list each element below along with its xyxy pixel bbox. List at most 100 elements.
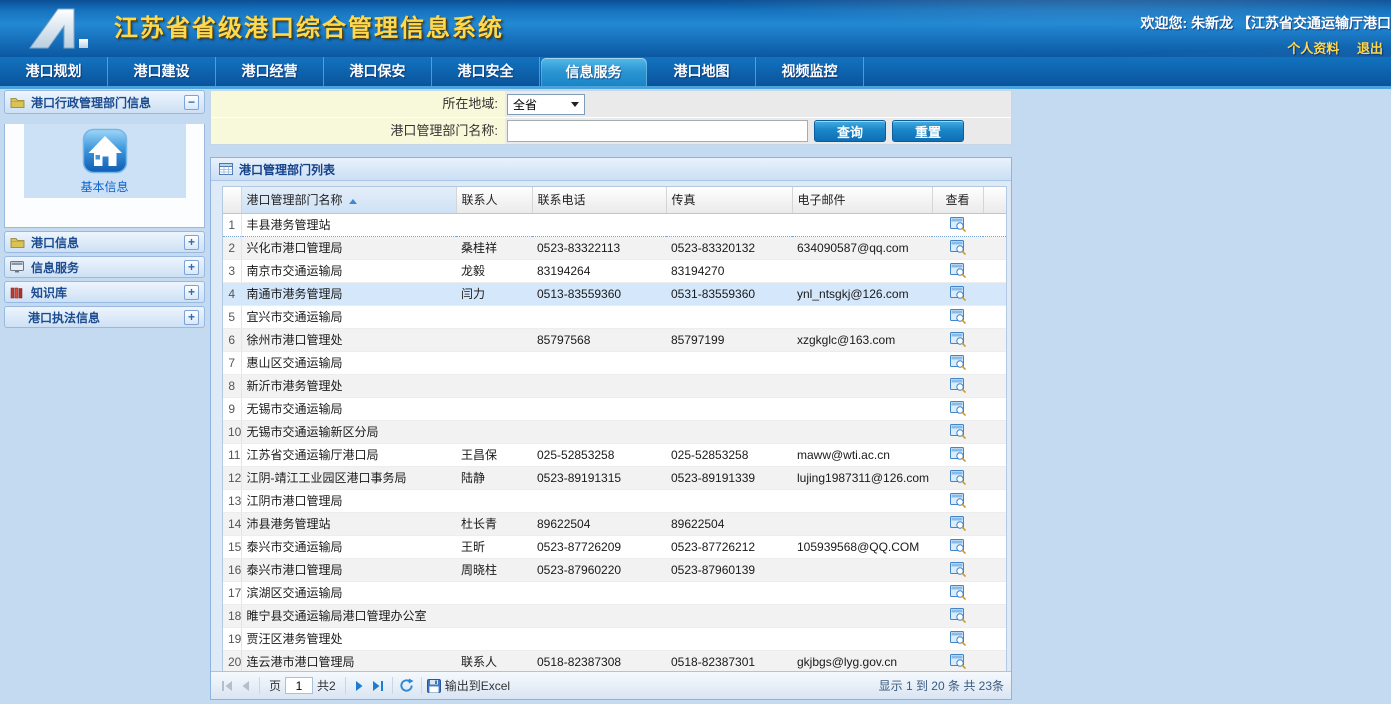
table-row[interactable]: 4南通市港务管理局闫力0513-835593600531-83559360ynl… xyxy=(223,282,1006,305)
view-icon[interactable] xyxy=(950,516,966,531)
column-header-view[interactable]: 查看 xyxy=(932,187,983,213)
view-icon[interactable] xyxy=(950,631,966,646)
table-row[interactable]: 16泰兴市港口管理局周晓柱0523-879602200523-87960139 xyxy=(223,558,1006,581)
view-icon[interactable] xyxy=(950,240,966,255)
nav-tab-港口地图[interactable]: 港口地图 xyxy=(648,57,756,86)
column-header-phone[interactable]: 联系电话 xyxy=(532,187,666,213)
nav-tab-视频监控[interactable]: 视频监控 xyxy=(756,57,864,86)
prev-page-button[interactable] xyxy=(236,677,254,695)
nav-tab-港口安全[interactable]: 港口安全 xyxy=(432,57,540,86)
table-row[interactable]: 6徐州市港口管理处8579756885797199xzgkglc@163.com xyxy=(223,328,1006,351)
table-row[interactable]: 3南京市交通运输局龙毅8319426483194270 xyxy=(223,259,1006,282)
row-number: 2 xyxy=(223,236,241,259)
view-cell xyxy=(932,236,983,259)
view-icon[interactable] xyxy=(950,332,966,347)
table-row[interactable]: 7惠山区交通运输局 xyxy=(223,351,1006,374)
view-icon[interactable] xyxy=(950,309,966,324)
table-row[interactable]: 15泰兴市交通运输局王昕0523-877262090523-8772621210… xyxy=(223,535,1006,558)
folder-icon xyxy=(10,236,26,248)
column-header-contact[interactable]: 联系人 xyxy=(456,187,532,213)
nav-tab-港口规划[interactable]: 港口规划 xyxy=(0,57,108,86)
view-icon[interactable] xyxy=(950,585,966,600)
cell-phone: 0518-82387308 xyxy=(532,650,666,673)
view-icon[interactable] xyxy=(950,493,966,508)
view-icon[interactable] xyxy=(950,217,966,232)
sidebar-panel-header-港口信息[interactable]: 港口信息+ xyxy=(4,231,205,253)
table-grid-icon xyxy=(219,163,233,175)
sidebar-panel-header-知识库[interactable]: 知识库+ xyxy=(4,281,205,303)
sidebar-panel-body: 基本信息 xyxy=(4,124,205,228)
view-icon[interactable] xyxy=(950,654,966,669)
table-row[interactable]: 1丰县港务管理站 xyxy=(223,213,1006,236)
sidebar-panel-header-信息服务[interactable]: 信息服务+ xyxy=(4,256,205,278)
cell-email xyxy=(792,581,932,604)
expand-button[interactable]: + xyxy=(184,285,199,300)
collapse-button[interactable]: − xyxy=(184,95,199,110)
view-icon[interactable] xyxy=(950,424,966,439)
view-icon[interactable] xyxy=(950,562,966,577)
first-page-button[interactable] xyxy=(218,677,236,695)
next-page-button[interactable] xyxy=(351,677,369,695)
table-row[interactable]: 13江阴市港口管理局 xyxy=(223,489,1006,512)
export-excel-button[interactable]: 输出到Excel xyxy=(427,677,510,694)
expand-button[interactable]: + xyxy=(184,260,199,275)
column-header-fax[interactable]: 传真 xyxy=(666,187,792,213)
sidebar-panel: 港口信息+ xyxy=(4,231,205,253)
view-icon[interactable] xyxy=(950,470,966,485)
table-row[interactable]: 2兴化市港口管理局桑桂祥0523-833221130523-8332013263… xyxy=(223,236,1006,259)
cell-phone xyxy=(532,627,666,650)
nav-tab-信息服务[interactable]: 信息服务 xyxy=(541,58,647,86)
sidebar-item-basic-info[interactable]: 基本信息 xyxy=(24,124,186,198)
last-page-button[interactable] xyxy=(369,677,387,695)
cell-phone xyxy=(532,305,666,328)
refresh-button[interactable] xyxy=(398,677,416,695)
cell-dept-name: 江苏省交通运输厅港口局 xyxy=(241,443,456,466)
view-cell xyxy=(932,351,983,374)
view-icon[interactable] xyxy=(950,378,966,393)
view-icon[interactable] xyxy=(950,286,966,301)
view-icon[interactable] xyxy=(950,447,966,462)
nav-tab-港口保安[interactable]: 港口保安 xyxy=(324,57,432,86)
query-button[interactable]: 查询 xyxy=(814,120,886,142)
table-row[interactable]: 12江阴-靖江工业园区港口事务局陆静0523-891913150523-8919… xyxy=(223,466,1006,489)
column-header-name[interactable]: 港口管理部门名称 xyxy=(241,187,456,213)
expand-button[interactable]: + xyxy=(184,235,199,250)
table-row[interactable]: 19贾汪区港务管理处 xyxy=(223,627,1006,650)
view-icon[interactable] xyxy=(950,263,966,278)
table-row[interactable]: 10无锡市交通运输新区分局 xyxy=(223,420,1006,443)
page-input[interactable] xyxy=(285,677,313,694)
expand-button[interactable]: + xyxy=(184,310,199,325)
table-row[interactable]: 18睢宁县交通运输局港口管理办公室 xyxy=(223,604,1006,627)
total-pages: 共2 xyxy=(317,677,336,694)
sidebar-panel-header[interactable]: 港口行政管理部门信息 − xyxy=(4,90,205,114)
profile-link[interactable]: 个人资料 xyxy=(1287,41,1339,56)
table-row[interactable]: 11江苏省交通运输厅港口局王昌保025-52853258025-52853258… xyxy=(223,443,1006,466)
view-icon[interactable] xyxy=(950,355,966,370)
table-row[interactable]: 17滨湖区交通运输局 xyxy=(223,581,1006,604)
table-row[interactable]: 8新沂市港务管理处 xyxy=(223,374,1006,397)
cell-phone xyxy=(532,420,666,443)
home-icon xyxy=(82,128,128,177)
view-icon[interactable] xyxy=(950,539,966,554)
view-icon[interactable] xyxy=(950,608,966,623)
cell-dept-name: 无锡市交通运输局 xyxy=(241,397,456,420)
table-row[interactable]: 14沛县港务管理站杜长青8962250489622504 xyxy=(223,512,1006,535)
cell-fax: 0523-89191339 xyxy=(666,466,792,489)
column-header-email[interactable]: 电子邮件 xyxy=(792,187,932,213)
reset-button[interactable]: 重置 xyxy=(892,120,964,142)
logout-link[interactable]: 退出 xyxy=(1357,41,1383,56)
cell-fax xyxy=(666,305,792,328)
view-icon[interactable] xyxy=(950,401,966,416)
table-row[interactable]: 9无锡市交通运输局 xyxy=(223,397,1006,420)
sidebar-panel-header-港口执法信息[interactable]: 港口执法信息+ xyxy=(4,306,205,328)
dept-name-input[interactable] xyxy=(507,120,808,142)
row-number: 17 xyxy=(223,581,241,604)
nav-tab-港口经营[interactable]: 港口经营 xyxy=(216,57,324,86)
region-select[interactable]: 全省 xyxy=(507,94,585,115)
nav-tab-港口建设[interactable]: 港口建设 xyxy=(108,57,216,86)
dept-table: 港口管理部门名称 联系人 联系电话 传真 电子邮件 查看 1丰县港务管理站2兴化… xyxy=(223,187,1007,674)
cell-email xyxy=(792,213,932,236)
table-row[interactable]: 20连云港市港口管理局联系人0518-823873080518-82387301… xyxy=(223,650,1006,673)
cell-dept-name: 贾汪区港务管理处 xyxy=(241,627,456,650)
table-row[interactable]: 5宜兴市交通运输局 xyxy=(223,305,1006,328)
